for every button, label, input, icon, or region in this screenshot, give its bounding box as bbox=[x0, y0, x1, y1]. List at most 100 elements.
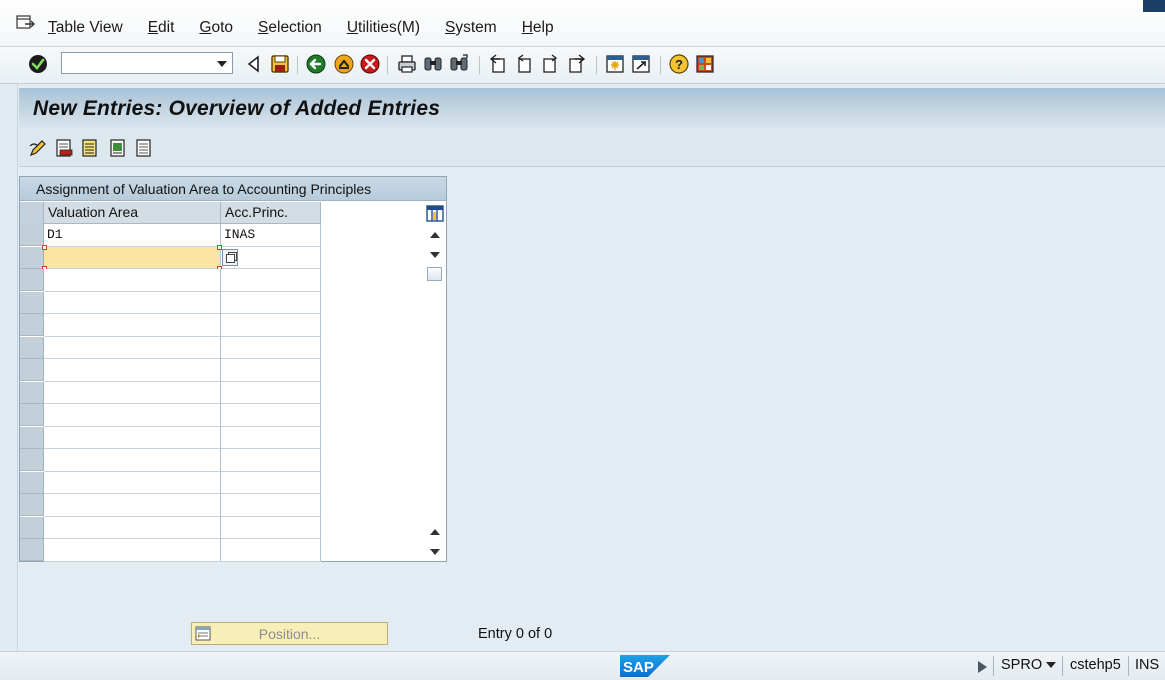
valuation-area-cell[interactable] bbox=[44, 449, 221, 472]
acc-princ-cell[interactable] bbox=[221, 291, 321, 314]
toolbar-separator bbox=[479, 56, 480, 74]
scroll-up-icon[interactable] bbox=[430, 232, 440, 238]
menu-utilities-m[interactable]: Utilities(M) bbox=[347, 19, 420, 37]
previous-page-icon[interactable] bbox=[513, 53, 535, 75]
customize-layout-icon[interactable] bbox=[694, 53, 716, 75]
vertical-scrollbar[interactable] bbox=[425, 202, 445, 561]
menu-help[interactable]: Help bbox=[522, 19, 554, 37]
row-select-button[interactable] bbox=[20, 336, 44, 359]
exit-icon[interactable] bbox=[333, 53, 355, 75]
acc-princ-cell[interactable] bbox=[221, 471, 321, 494]
row-select-button[interactable] bbox=[20, 246, 44, 269]
acc-princ-value: INAS bbox=[224, 227, 256, 242]
row-select-button[interactable] bbox=[20, 471, 44, 494]
save-icon[interactable] bbox=[269, 53, 291, 75]
valuation-area-cell[interactable] bbox=[44, 426, 221, 449]
menu-edit[interactable]: Edit bbox=[148, 19, 175, 37]
acc-princ-cell[interactable] bbox=[221, 449, 321, 472]
row-select-button[interactable] bbox=[20, 291, 44, 314]
last-page-icon[interactable] bbox=[566, 53, 588, 75]
create-shortcut-icon[interactable] bbox=[630, 53, 652, 75]
row-select-button[interactable] bbox=[20, 381, 44, 404]
menu-system[interactable]: System bbox=[445, 19, 497, 37]
acc-princ-cell[interactable] bbox=[221, 336, 321, 359]
acc-princ-cell[interactable] bbox=[221, 516, 321, 539]
status-bar: SAP SPRO cstehp5 INS bbox=[0, 651, 1165, 680]
next-page-icon[interactable] bbox=[540, 53, 562, 75]
acc-princ-cell[interactable] bbox=[221, 494, 321, 517]
find-next-icon[interactable] bbox=[448, 53, 470, 75]
scroll-page-up-icon[interactable] bbox=[430, 529, 440, 535]
chevron-down-icon[interactable] bbox=[217, 61, 227, 67]
back-icon[interactable] bbox=[305, 53, 327, 75]
delete-icon[interactable] bbox=[54, 138, 74, 158]
valuation-area-cell[interactable] bbox=[44, 336, 221, 359]
select-all-rows-button[interactable] bbox=[20, 202, 44, 224]
valuation-area-cell[interactable] bbox=[44, 314, 221, 337]
valuation-area-cell[interactable] bbox=[44, 269, 221, 292]
acc-princ-cell[interactable] bbox=[221, 404, 321, 427]
row-select-button[interactable] bbox=[20, 269, 44, 291]
select-all-icon[interactable] bbox=[80, 138, 100, 158]
scroll-page-down-icon[interactable] bbox=[430, 549, 440, 555]
menu-table-view[interactable]: Table View bbox=[48, 19, 123, 37]
scroll-thumb[interactable] bbox=[427, 267, 442, 281]
status-insert-mode[interactable]: INS bbox=[1135, 657, 1159, 673]
print-icon[interactable] bbox=[396, 53, 418, 75]
status-dropdown-icon[interactable] bbox=[1046, 662, 1056, 668]
column-header-acc-princ[interactable]: Acc.Princ. bbox=[221, 202, 321, 224]
acc-princ-cell[interactable] bbox=[221, 359, 321, 382]
change-display-icon[interactable] bbox=[28, 138, 48, 158]
acc-princ-cell[interactable] bbox=[221, 269, 321, 292]
scroll-down-icon[interactable] bbox=[430, 252, 440, 258]
row-select-button[interactable] bbox=[20, 359, 44, 381]
acc-princ-cell[interactable]: INAS bbox=[221, 224, 321, 247]
cancel-icon[interactable] bbox=[359, 53, 381, 75]
left-frame bbox=[0, 84, 18, 679]
column-header-valuation-area[interactable]: Valuation Area bbox=[44, 202, 221, 224]
valuation-area-cell[interactable] bbox=[44, 404, 221, 427]
menu-selection[interactable]: Selection bbox=[258, 19, 322, 37]
valuation-area-cell[interactable] bbox=[44, 246, 221, 269]
position-button[interactable]: Position... bbox=[191, 622, 388, 645]
row-select-button[interactable] bbox=[20, 426, 44, 449]
valuation-area-cell[interactable] bbox=[44, 359, 221, 382]
valuation-area-cell[interactable] bbox=[44, 494, 221, 517]
valuation-area-cell[interactable] bbox=[44, 381, 221, 404]
valuation-area-cell[interactable] bbox=[44, 516, 221, 539]
enter-icon[interactable] bbox=[27, 53, 49, 75]
row-select-button[interactable] bbox=[20, 449, 44, 471]
acc-princ-cell[interactable] bbox=[221, 381, 321, 404]
select-block-icon[interactable] bbox=[108, 138, 128, 158]
acc-princ-cell[interactable] bbox=[221, 539, 321, 562]
status-divider bbox=[993, 656, 994, 676]
help-icon[interactable]: ? bbox=[668, 53, 690, 75]
acc-princ-cell[interactable] bbox=[221, 314, 321, 337]
row-select-button[interactable] bbox=[20, 516, 44, 539]
value-help-icon[interactable] bbox=[222, 248, 238, 266]
row-select-button[interactable] bbox=[20, 494, 44, 516]
sap-logo-text: SAP bbox=[623, 659, 654, 676]
valuation-area-cell[interactable] bbox=[44, 539, 221, 562]
back-nav-icon[interactable] bbox=[243, 53, 265, 75]
row-select-button[interactable] bbox=[20, 404, 44, 426]
acc-princ-cell[interactable] bbox=[221, 426, 321, 449]
command-input[interactable] bbox=[66, 54, 215, 74]
svg-text:?: ? bbox=[675, 57, 683, 72]
row-select-button[interactable] bbox=[20, 539, 44, 561]
create-session-icon[interactable] bbox=[604, 53, 626, 75]
status-expand-icon[interactable] bbox=[978, 661, 987, 673]
column-settings-icon[interactable] bbox=[426, 205, 444, 222]
find-icon[interactable] bbox=[422, 53, 444, 75]
valuation-area-cell[interactable]: D1 bbox=[44, 224, 221, 247]
row-select-button[interactable] bbox=[20, 224, 44, 246]
command-field[interactable] bbox=[61, 52, 233, 74]
first-page-icon[interactable] bbox=[487, 53, 509, 75]
valuation-area-cell[interactable] bbox=[44, 471, 221, 494]
valuation-area-cell[interactable] bbox=[44, 291, 221, 314]
deselect-all-icon[interactable] bbox=[134, 138, 154, 158]
table-row bbox=[20, 494, 321, 517]
row-select-button[interactable] bbox=[20, 314, 44, 336]
system-menu-icon[interactable] bbox=[16, 14, 36, 32]
menu-goto[interactable]: Goto bbox=[199, 19, 233, 37]
